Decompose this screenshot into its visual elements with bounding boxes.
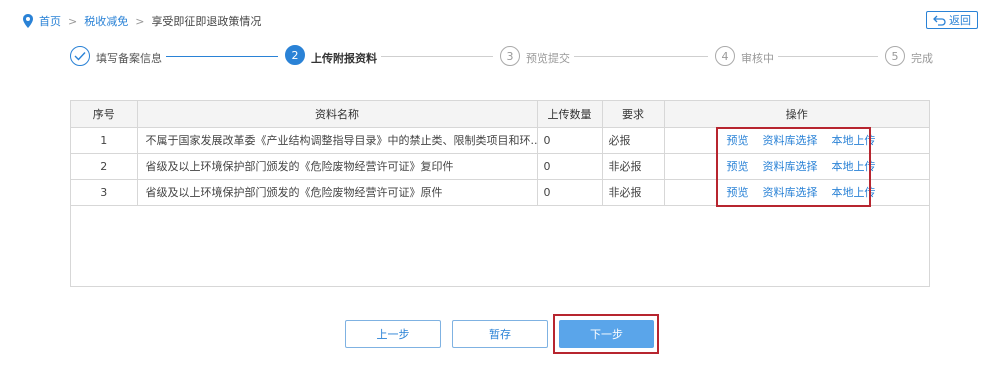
row-actions: 预览 资料库选择 本地上传 xyxy=(664,153,929,180)
step-progress: 填写备案信息 2 上传附报资料 3 预览提交 4 审核中 5 完成 xyxy=(0,0,995,80)
requirement: 非必报 xyxy=(602,179,665,206)
table-row: 1 不属于国家发展改革委《产业结构调整指导目录》中的禁止类、限制类项目和环...… xyxy=(71,127,929,154)
row-actions: 预览 资料库选择 本地上传 xyxy=(664,179,929,206)
upload-count: 0 xyxy=(537,179,603,206)
prev-step-label: 上一步 xyxy=(376,328,410,341)
step-connector xyxy=(381,56,493,57)
step-2-label: 上传附报资料 xyxy=(311,52,377,65)
column-header-count: 上传数量 xyxy=(537,101,603,128)
next-step-button[interactable]: 下一步 xyxy=(559,320,654,348)
step-4-label: 审核中 xyxy=(741,52,774,65)
prev-step-button[interactable]: 上一步 xyxy=(345,320,441,348)
requirement: 必报 xyxy=(602,127,665,154)
document-name: 省级及以上环境保护部门颁发的《危险废物经营许可证》原件 xyxy=(137,179,538,206)
upload-count: 0 xyxy=(537,127,603,154)
requirement: 非必报 xyxy=(602,153,665,180)
step-1-label: 填写备案信息 xyxy=(96,52,162,65)
preview-link[interactable]: 预览 xyxy=(727,184,749,200)
step-1-check-icon xyxy=(70,46,90,66)
library-select-link[interactable]: 资料库选择 xyxy=(763,132,818,148)
save-draft-label: 暂存 xyxy=(489,328,511,341)
local-upload-link[interactable]: 本地上传 xyxy=(832,132,876,148)
step-connector xyxy=(778,56,878,57)
step-3-label: 预览提交 xyxy=(526,52,570,65)
row-number: 2 xyxy=(71,153,138,180)
attachments-table: 序号 资料名称 上传数量 要求 操作 1 不属于国家发展改革委《产业结构调整指导… xyxy=(70,100,930,287)
local-upload-link[interactable]: 本地上传 xyxy=(832,158,876,174)
document-name: 不属于国家发展改革委《产业结构调整指导目录》中的禁止类、限制类项目和环... xyxy=(137,127,538,154)
row-number: 3 xyxy=(71,179,138,206)
preview-link[interactable]: 预览 xyxy=(727,158,749,174)
table-header-row: 序号 资料名称 上传数量 要求 操作 xyxy=(71,101,929,128)
step-connector xyxy=(166,56,278,57)
local-upload-link[interactable]: 本地上传 xyxy=(832,184,876,200)
upload-count: 0 xyxy=(537,153,603,180)
step-5-circle: 5 xyxy=(885,46,905,66)
row-actions: 预览 资料库选择 本地上传 xyxy=(664,127,929,154)
table-row: 3 省级及以上环境保护部门颁发的《危险废物经营许可证》原件 0 非必报 预览 资… xyxy=(71,179,929,206)
column-header-actions: 操作 xyxy=(664,101,929,128)
step-connector xyxy=(574,56,708,57)
column-header-name: 资料名称 xyxy=(137,101,538,128)
preview-link[interactable]: 预览 xyxy=(727,132,749,148)
column-header-requirement: 要求 xyxy=(602,101,665,128)
step-3-circle: 3 xyxy=(500,46,520,66)
table-row: 2 省级及以上环境保护部门颁发的《危险废物经营许可证》复印件 0 非必报 预览 … xyxy=(71,153,929,180)
library-select-link[interactable]: 资料库选择 xyxy=(763,158,818,174)
save-draft-button[interactable]: 暂存 xyxy=(452,320,548,348)
document-name: 省级及以上环境保护部门颁发的《危险废物经营许可证》复印件 xyxy=(137,153,538,180)
step-2-circle: 2 xyxy=(285,45,305,65)
step-5-label: 完成 xyxy=(911,52,933,65)
step-4-circle: 4 xyxy=(715,46,735,66)
next-step-label: 下一步 xyxy=(590,328,623,341)
row-number: 1 xyxy=(71,127,138,154)
column-header-no: 序号 xyxy=(71,101,138,128)
library-select-link[interactable]: 资料库选择 xyxy=(763,184,818,200)
